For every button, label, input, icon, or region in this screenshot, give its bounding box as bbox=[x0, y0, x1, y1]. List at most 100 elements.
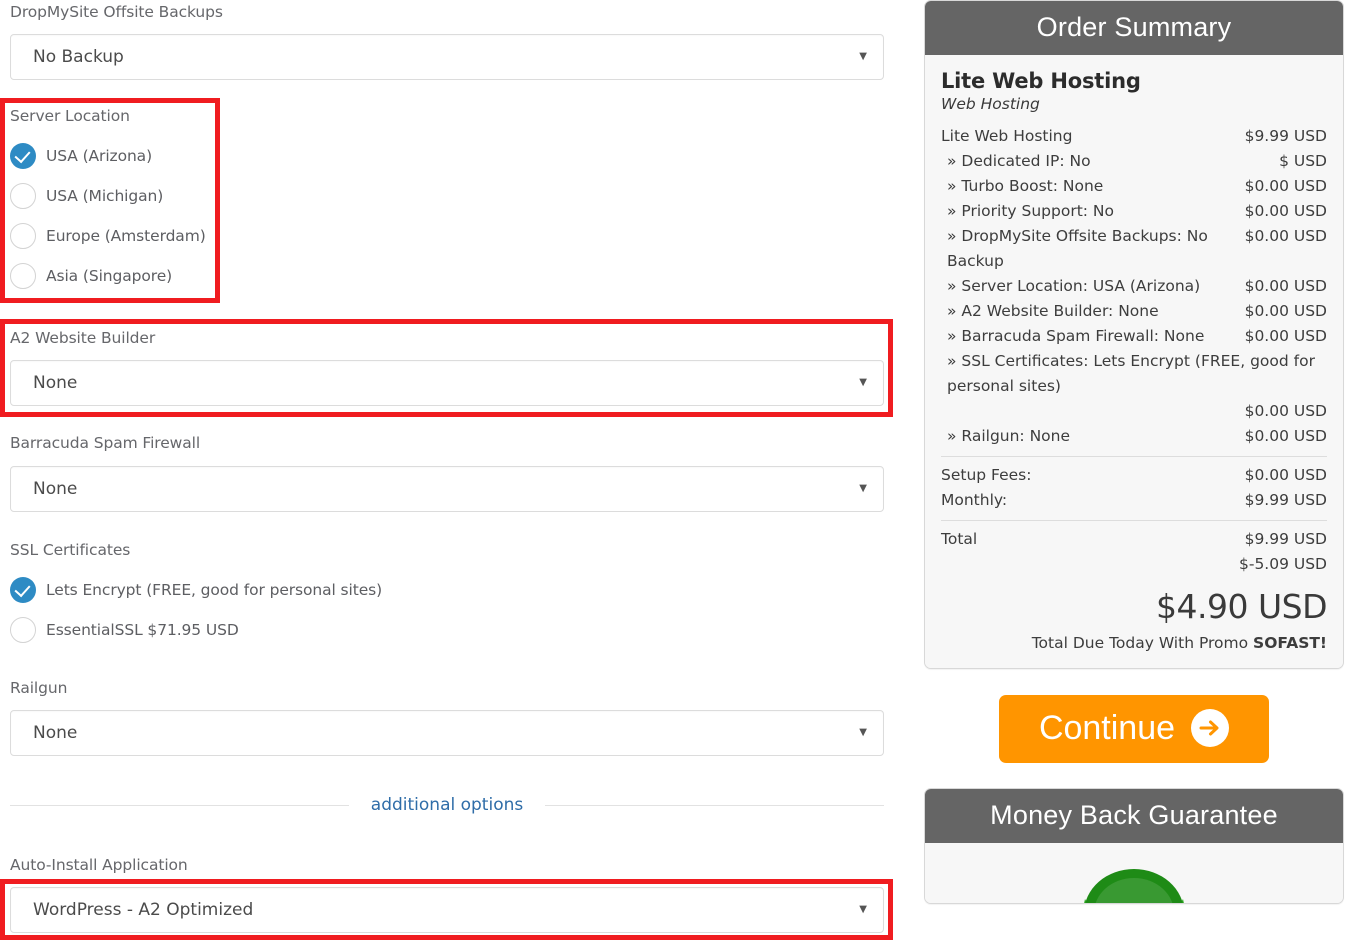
radio-group-ssl-certificates: Lets Encrypt (FREE, good for personal si… bbox=[10, 570, 510, 650]
chevron-down-icon: ▼ bbox=[859, 51, 867, 62]
line-item-name: Lite Web Hosting bbox=[941, 127, 1073, 145]
radio-unchecked-icon bbox=[10, 617, 36, 643]
line-item-amount: $0.00 USD bbox=[1244, 427, 1327, 445]
radio-label: Asia (Singapore) bbox=[46, 267, 173, 285]
select-dropmysite-offsite-backups[interactable]: No Backup ▼ bbox=[10, 34, 884, 80]
promo-code: SOFAST! bbox=[1253, 634, 1327, 652]
divider-line-right bbox=[545, 804, 885, 806]
continue-button-wrap: Continue bbox=[924, 695, 1344, 763]
money-back-guarantee-header: Money Back Guarantee bbox=[925, 789, 1343, 843]
order-summary-panel: Order Summary Lite Web Hosting Web Hosti… bbox=[924, 0, 1344, 669]
label-text: DropMySite Offsite Backups bbox=[10, 3, 223, 21]
field-label-barracuda-spam-firewall: Barracuda Spam Firewall bbox=[10, 434, 201, 453]
fee-amount: $9.99 USD bbox=[1244, 491, 1327, 509]
label-text: SSL Certificates bbox=[10, 541, 131, 559]
label-text: Auto-Install Application bbox=[10, 856, 188, 874]
line-item-amount: $0.00 USD bbox=[1244, 177, 1327, 195]
line-item-name: » Barracuda Spam Firewall: None bbox=[947, 327, 1205, 345]
money-back-guarantee-panel: Money Back Guarantee bbox=[924, 788, 1344, 904]
field-label-a2-website-builder: A2 Website Builder bbox=[10, 329, 156, 348]
select-a2-website-builder[interactable]: None ▼ bbox=[10, 360, 884, 406]
select-auto-install-application[interactable]: WordPress - A2 Optimized ▼ bbox=[10, 887, 884, 933]
radio-checked-icon bbox=[10, 577, 36, 603]
label-text: A2 Website Builder bbox=[10, 329, 156, 347]
field-label-auto-install-application: Auto-Install Application bbox=[10, 856, 188, 875]
total-row: Total $9.99 USD bbox=[941, 527, 1327, 552]
line-item-name: » A2 Website Builder: None bbox=[947, 302, 1159, 320]
radio-group-server-location: USA (Arizona) USA (Michigan) Europe (Ams… bbox=[10, 136, 210, 296]
chevron-down-icon: ▼ bbox=[859, 483, 867, 494]
line-item-amount: $0.00 USD bbox=[1244, 302, 1327, 320]
select-value: No Backup bbox=[33, 47, 124, 67]
radio-label: Lets Encrypt (FREE, good for personal si… bbox=[46, 581, 383, 599]
continue-button[interactable]: Continue bbox=[998, 695, 1270, 763]
additional-options-label: additional options bbox=[370, 795, 524, 815]
product-options-form: DropMySite Offsite Backups No Backup ▼ S… bbox=[0, 0, 900, 940]
line-item-amount: $9.99 USD bbox=[1244, 127, 1327, 145]
radio-label: EssentialSSL $71.95 USD bbox=[46, 621, 239, 639]
promo-line: Total Due Today With Promo SOFAST! bbox=[941, 634, 1327, 652]
line-item-name: » Railgun: None bbox=[947, 427, 1071, 445]
radio-label: USA (Michigan) bbox=[46, 187, 164, 205]
line-item-row: » Server Location: USA (Arizona) $0.00 U… bbox=[941, 274, 1327, 299]
radio-label: USA (Arizona) bbox=[46, 147, 153, 165]
radio-option-asia-singapore[interactable]: Asia (Singapore) bbox=[10, 256, 210, 296]
line-item-row: » DropMySite Offsite Backups: No Backup … bbox=[941, 224, 1327, 274]
field-label-ssl-certificates: SSL Certificates bbox=[10, 541, 131, 560]
radio-option-lets-encrypt[interactable]: Lets Encrypt (FREE, good for personal si… bbox=[10, 570, 510, 610]
chevron-down-icon: ▼ bbox=[859, 904, 867, 915]
select-barracuda-spam-firewall[interactable]: None ▼ bbox=[10, 466, 884, 512]
label-text: Barracuda Spam Firewall bbox=[10, 434, 201, 452]
line-item-amount: $0.00 USD bbox=[1244, 402, 1327, 420]
order-sidebar: Order Summary Lite Web Hosting Web Hosti… bbox=[924, 0, 1344, 904]
total-amount: $9.99 USD bbox=[1244, 530, 1327, 548]
product-title: Lite Web Hosting bbox=[941, 69, 1141, 93]
label-text: Railgun bbox=[10, 679, 68, 697]
divider bbox=[941, 520, 1327, 521]
grand-total: $4.90 USD bbox=[1156, 587, 1327, 626]
line-item-name: » Turbo Boost: None bbox=[947, 177, 1104, 195]
radio-option-essentialssl[interactable]: EssentialSSL $71.95 USD bbox=[10, 610, 510, 650]
radio-option-usa-michigan[interactable]: USA (Michigan) bbox=[10, 176, 210, 216]
line-item-amount: $0.00 USD bbox=[1244, 227, 1327, 245]
fee-amount: $0.00 USD bbox=[1244, 466, 1327, 484]
divider bbox=[941, 456, 1327, 457]
arrow-right-circle-icon bbox=[1191, 709, 1230, 747]
order-summary-header: Order Summary bbox=[925, 1, 1343, 55]
line-item-row: Lite Web Hosting $9.99 USD bbox=[941, 124, 1327, 149]
line-item-amount: $0.00 USD bbox=[1244, 202, 1327, 220]
radio-unchecked-icon bbox=[10, 223, 36, 249]
discount-amount: $-5.09 USD bbox=[1238, 555, 1327, 573]
line-item-amount: $0.00 USD bbox=[1244, 277, 1327, 295]
promo-prefix: Total Due Today With Promo bbox=[1031, 634, 1254, 652]
select-railgun[interactable]: None ▼ bbox=[10, 710, 884, 756]
line-item-row: » Railgun: None $0.00 USD bbox=[941, 424, 1327, 449]
line-item-row: » A2 Website Builder: None $0.00 USD bbox=[941, 299, 1327, 324]
line-item-row: » Priority Support: No $0.00 USD bbox=[941, 199, 1327, 224]
money-back-guarantee-body bbox=[925, 843, 1343, 903]
divider-line-left bbox=[10, 804, 349, 806]
product-subtitle: Web Hosting bbox=[941, 95, 1040, 113]
field-label-railgun: Railgun bbox=[10, 679, 68, 698]
radio-unchecked-icon bbox=[10, 263, 36, 289]
select-value: None bbox=[33, 479, 78, 499]
fee-row: Setup Fees: $0.00 USD bbox=[941, 463, 1327, 488]
chevron-down-icon: ▼ bbox=[859, 377, 867, 388]
line-item-name: » DropMySite Offsite Backups: No Backup bbox=[947, 227, 1208, 270]
radio-option-europe-amsterdam[interactable]: Europe (Amsterdam) bbox=[10, 216, 210, 256]
line-item-row: » Barracuda Spam Firewall: None $0.00 US… bbox=[941, 324, 1327, 349]
select-value: WordPress - A2 Optimized bbox=[33, 900, 254, 920]
label-text: Server Location bbox=[10, 107, 130, 125]
radio-option-usa-arizona[interactable]: USA (Arizona) bbox=[10, 136, 210, 176]
chevron-down-icon: ▼ bbox=[859, 727, 867, 738]
radio-checked-icon bbox=[10, 143, 36, 169]
line-item-amount: $ USD bbox=[1279, 152, 1327, 170]
line-item-name: » Dedicated IP: No bbox=[947, 152, 1091, 170]
field-label-server-location: Server Location bbox=[10, 107, 130, 126]
line-item-row: » Dedicated IP: No $ USD bbox=[941, 149, 1327, 174]
line-item-row: » Turbo Boost: None $0.00 USD bbox=[941, 174, 1327, 199]
fee-name: Setup Fees: bbox=[941, 466, 1032, 484]
field-label-dropmysite: DropMySite Offsite Backups bbox=[10, 3, 223, 22]
select-value: None bbox=[33, 723, 78, 743]
order-summary-body: Lite Web Hosting Web Hosting Lite Web Ho… bbox=[925, 55, 1343, 668]
